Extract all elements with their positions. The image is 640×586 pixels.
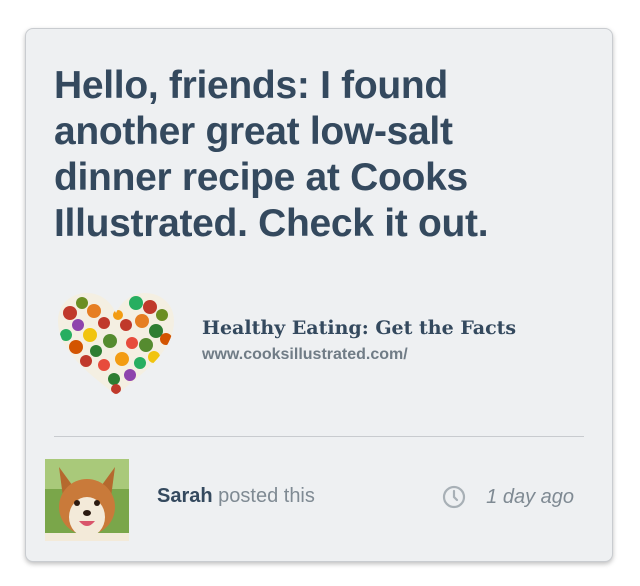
post-time: 1 day ago [442, 485, 574, 509]
link-preview[interactable]: Healthy Eating: Get the Facts www.cooksi… [56, 291, 586, 401]
link-title[interactable]: Healthy Eating: Get the Facts [202, 317, 516, 339]
post-attribution: Sarah posted this [157, 485, 315, 508]
link-url[interactable]: www.cooksillustrated.com/ [202, 346, 408, 364]
vegetable-heart-image[interactable] [56, 291, 176, 399]
clock-icon [443, 485, 466, 509]
divider [54, 436, 584, 437]
post-message: Hello, friends: I found another great lo… [54, 64, 489, 245]
action-text: posted this [212, 485, 315, 507]
author-name[interactable]: Sarah [157, 485, 213, 507]
avatar[interactable] [45, 459, 129, 541]
post-card: Hello, friends: I found another great lo… [25, 28, 613, 562]
timestamp: 1 day ago [486, 485, 574, 508]
